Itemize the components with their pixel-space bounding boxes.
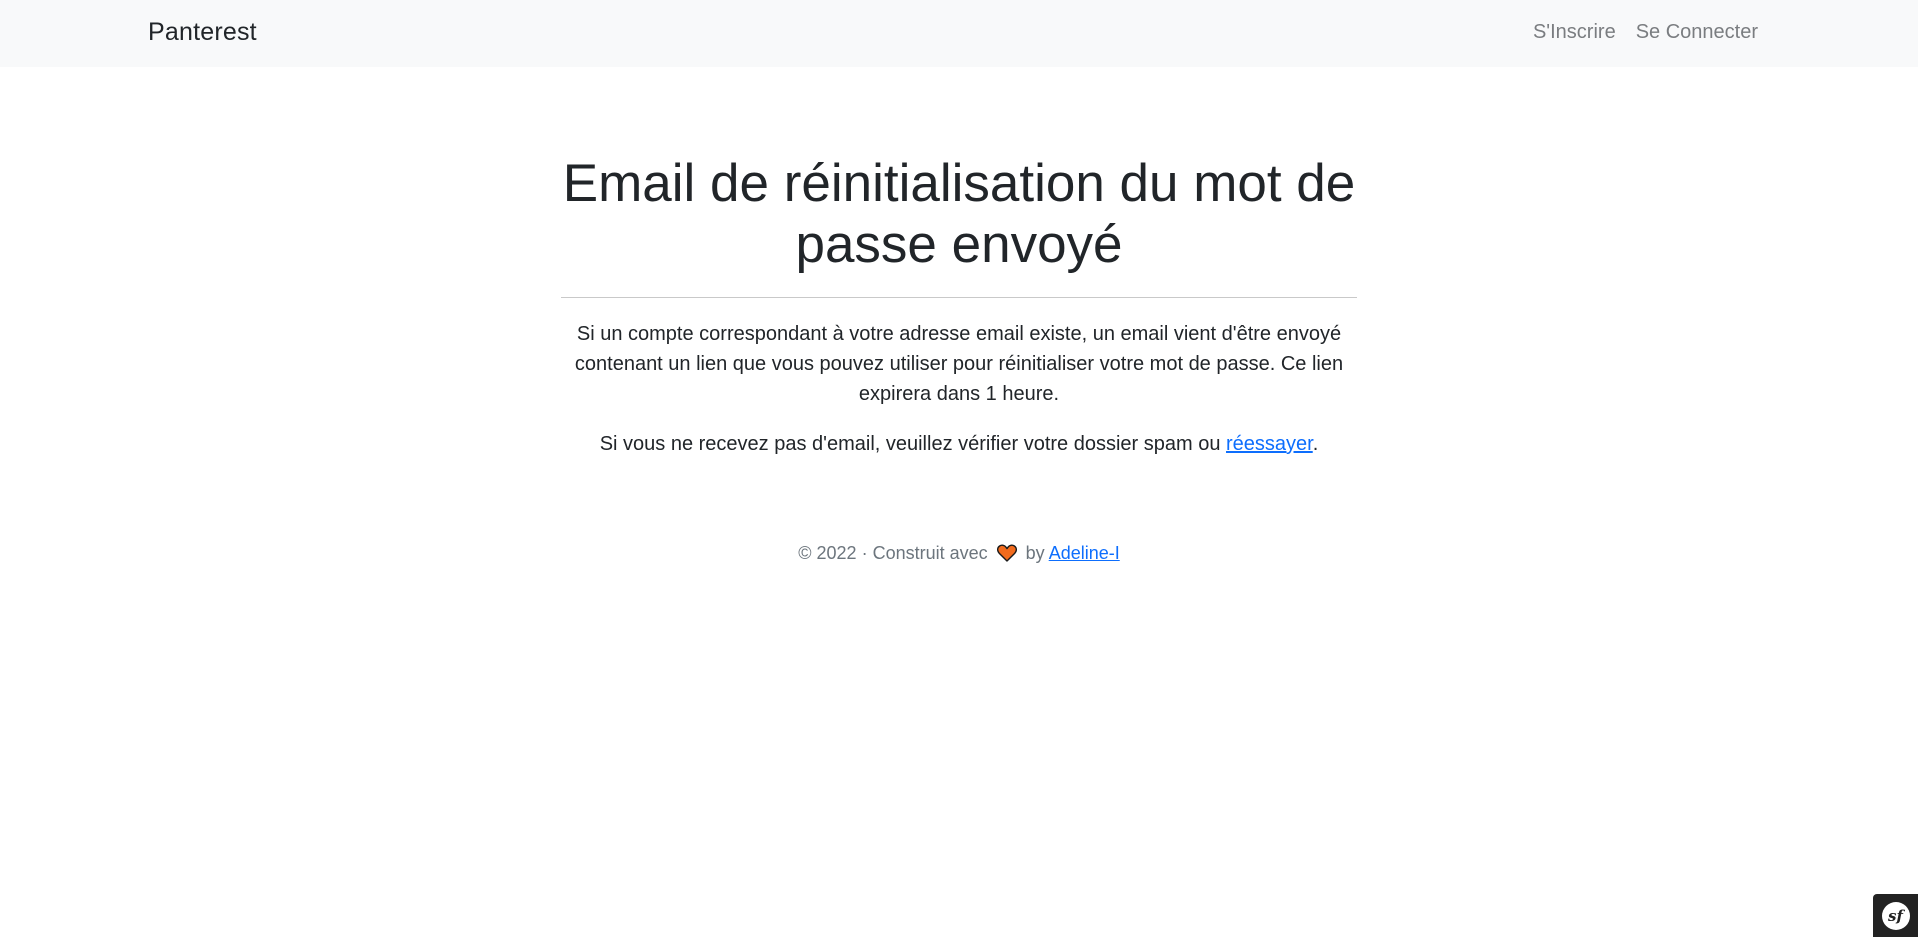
retry-paragraph: Si vous ne recevez pas d'email, veuillez…	[559, 429, 1359, 459]
retry-paragraph-prefix: Si vous ne recevez pas d'email, veuillez…	[599, 433, 1227, 455]
debug-toolbar[interactable]: sf	[1873, 894, 1918, 937]
footer-by: by	[1025, 543, 1045, 563]
retry-paragraph-suffix: .	[1312, 433, 1319, 455]
navbar: Panterest S'Inscrire Se Connecter	[0, 0, 1918, 67]
login-link[interactable]: Se Connecter	[1636, 21, 1758, 44]
footer: © 2022 · Construit avec by Adeline-I	[559, 541, 1359, 565]
heart-icon	[996, 544, 1017, 562]
divider	[561, 297, 1357, 298]
main-content: Email de réinitialisation du mot de pass…	[0, 67, 1918, 565]
brand-logo-link[interactable]: Panterest	[148, 0, 257, 64]
author-link[interactable]: Adeline-I	[1049, 543, 1120, 563]
content-container: Email de réinitialisation du mot de pass…	[559, 153, 1359, 565]
symfony-logo-icon: sf	[1881, 901, 1910, 930]
signup-link[interactable]: S'Inscrire	[1533, 21, 1616, 44]
footer-copyright: © 2022 · Construit avec	[798, 543, 988, 563]
retry-link[interactable]: réessayer	[1226, 433, 1313, 455]
nav-links: S'Inscrire Se Connecter	[1533, 0, 1758, 64]
info-paragraph: Si un compte correspondant à votre adres…	[574, 323, 1344, 405]
page-title: Email de réinitialisation du mot de pass…	[562, 154, 1356, 274]
